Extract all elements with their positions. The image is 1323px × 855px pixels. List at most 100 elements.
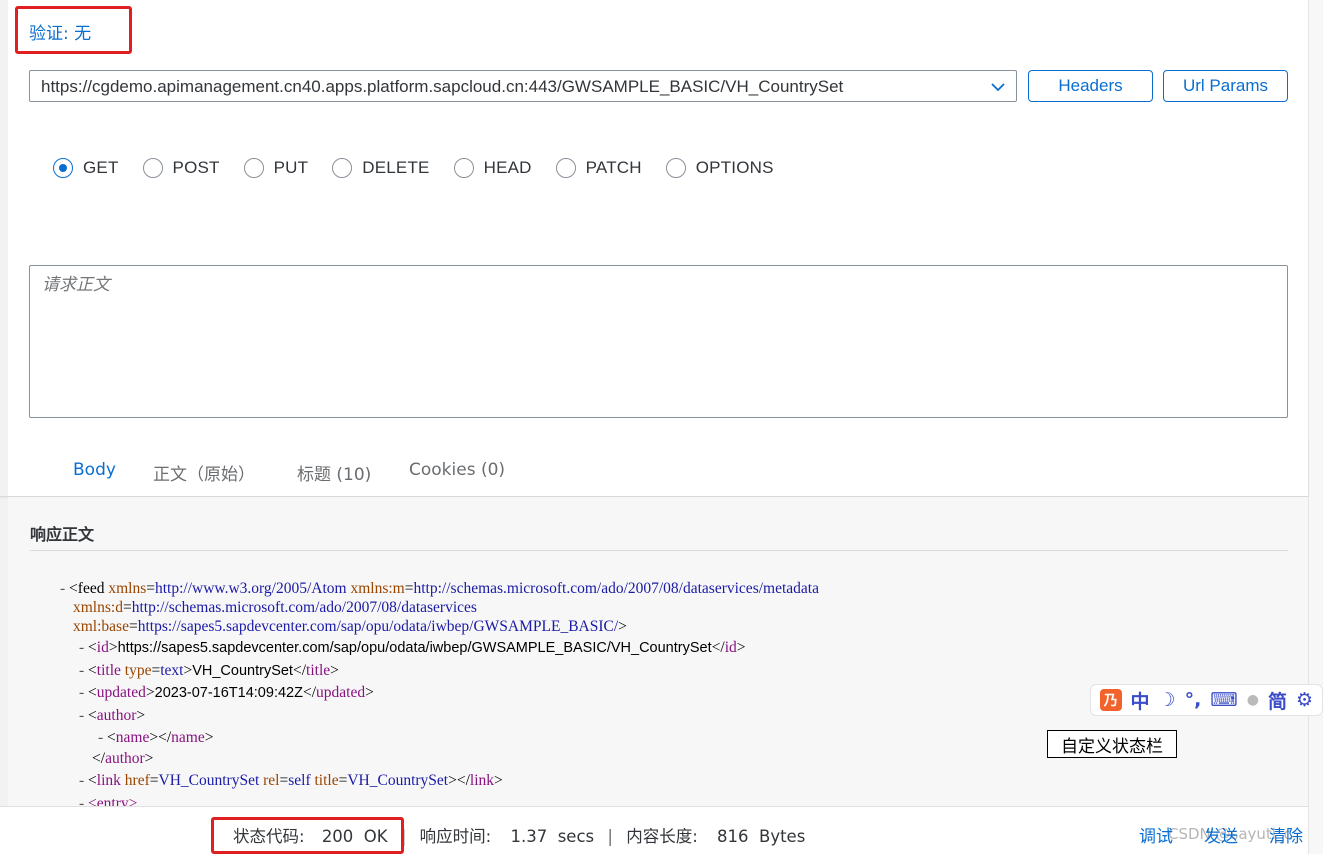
response-tab-bar: Body 正文（原始） 标题 (10) Cookies (0) — [0, 440, 1308, 497]
collapse-toggle[interactable]: - — [79, 772, 84, 789]
xml-attr: xmlns:m — [350, 580, 405, 597]
xml-tag: title — [96, 662, 121, 679]
method-delete[interactable]: DELETE — [332, 158, 429, 178]
method-head[interactable]: HEAD — [453, 158, 532, 178]
xml-value: text — [160, 662, 184, 679]
xml-text: VH_CountrySet — [192, 663, 293, 679]
xml-tag: title — [306, 662, 331, 679]
xml-line-author[interactable]: - <author> — [79, 707, 145, 725]
simplified-chinese-icon[interactable]: 简 — [1268, 687, 1287, 714]
debug-button[interactable]: 调试 — [1139, 822, 1173, 847]
collapse-toggle[interactable]: - — [79, 707, 84, 724]
request-body-input[interactable] — [30, 266, 1287, 417]
xml-value: VH_CountrySet — [347, 772, 449, 789]
xml-text: https://sapes5.sapdevcenter.com/sap/opu/… — [117, 640, 712, 656]
xml-tag: <feed — [69, 580, 105, 597]
url-combobox[interactable]: https://cgdemo.apimanagement.cn40.apps.p… — [29, 70, 1017, 102]
radio-button[interactable] — [142, 158, 163, 178]
xml-line-updated[interactable]: - <updated>2023-07-16T14:09:42Z</updated… — [79, 684, 374, 702]
xml-value: http://schemas.microsoft.com/ado/2007/08… — [413, 580, 819, 597]
xml-tag: name — [171, 729, 205, 746]
moon-icon[interactable]: ☽ — [1159, 689, 1176, 711]
headers-button[interactable]: Headers — [1028, 70, 1153, 102]
radio-button[interactable] — [243, 158, 264, 178]
http-method-radio-group: GET POST PUT DELETE HEAD PATCH OPTIONS — [53, 158, 798, 178]
response-title: 响应正文 — [30, 525, 95, 544]
divider — [30, 550, 1288, 551]
gear-icon[interactable]: ⚙ — [1296, 689, 1313, 711]
highlight-box-auth — [15, 6, 132, 54]
xml-tag: name — [115, 729, 150, 746]
method-get[interactable]: GET — [53, 158, 119, 178]
xml-line-link[interactable]: - <link href=VH_CountrySet rel=self titl… — [79, 772, 503, 790]
method-label: GET — [83, 158, 119, 177]
collapse-toggle[interactable]: - — [79, 639, 84, 656]
response-time-label: 响应时间: — [419, 827, 492, 846]
url-input[interactable]: https://cgdemo.apimanagement.cn40.apps.p… — [41, 77, 843, 97]
xml-value: http://www.w3.org/2005/Atom — [155, 580, 347, 597]
xml-attr: href — [124, 772, 150, 789]
url-params-button[interactable]: Url Params — [1163, 70, 1288, 102]
xml-line-author-close: </author> — [92, 750, 154, 767]
keyboard-icon[interactable]: ⌨ — [1210, 689, 1237, 711]
radio-button-selected[interactable] — [53, 158, 73, 178]
content-length-label: 内容长度: — [626, 827, 698, 846]
send-button[interactable]: 发送 — [1204, 822, 1238, 847]
xml-line-id[interactable]: - <id>https://sapes5.sapdevcenter.com/sa… — [79, 639, 746, 657]
collapse-toggle[interactable]: - — [98, 729, 103, 746]
radio-button[interactable] — [332, 158, 353, 178]
response-time-value: 1.37 secs — [510, 827, 595, 846]
xml-attr: rel — [263, 772, 280, 789]
radio-button[interactable] — [453, 158, 474, 178]
method-label: OPTIONS — [695, 158, 774, 177]
footer-status-bar: 状态代码: 200 OK | 响应时间: 1.37 secs | 内容长度: 8… — [0, 806, 1308, 855]
method-patch[interactable]: PATCH — [555, 158, 642, 178]
radio-button[interactable] — [555, 158, 576, 178]
xml-tag: updated — [96, 684, 146, 701]
xml-tag: id — [724, 639, 737, 656]
xml-line-title[interactable]: - <title type=text>VH_CountrySet</title> — [79, 662, 339, 680]
xml-tag: author — [105, 750, 145, 767]
ime-chinese-mode-icon[interactable]: 中 — [1131, 687, 1150, 714]
method-options[interactable]: OPTIONS — [665, 158, 774, 178]
tab-headers[interactable]: 标题 (10) — [297, 460, 371, 485]
ime-toolbar[interactable]: 乃 中 ☽ °, ⌨ ● 简 ⚙ — [1090, 684, 1323, 716]
method-post[interactable]: POST — [142, 158, 220, 178]
xml-tag: link — [96, 772, 121, 789]
tab-body[interactable]: Body — [73, 460, 116, 480]
xml-line-feed-cont: xmlns:d=http://schemas.microsoft.com/ado… — [73, 599, 477, 616]
collapse-toggle[interactable]: - — [60, 580, 65, 597]
clear-button[interactable]: 清除 — [1269, 822, 1303, 847]
method-label: POST — [172, 158, 220, 177]
punctuation-icon[interactable]: °, — [1185, 689, 1202, 711]
collapse-toggle[interactable]: - — [79, 662, 84, 679]
xml-value: http://schemas.microsoft.com/ado/2007/08… — [131, 599, 477, 616]
method-put[interactable]: PUT — [243, 158, 309, 178]
content-length-value: 816 Bytes — [717, 827, 806, 846]
highlight-box-status — [211, 817, 404, 854]
tab-raw-body[interactable]: 正文（原始） — [153, 460, 255, 485]
method-label: PATCH — [585, 158, 642, 177]
xml-attr: title — [314, 772, 339, 789]
ime-logo-icon[interactable]: 乃 — [1100, 689, 1122, 711]
xml-tag: link — [469, 772, 495, 789]
chevron-down-icon[interactable] — [990, 79, 1006, 95]
xml-line-name[interactable]: - <name></name> — [98, 729, 214, 747]
method-label: DELETE — [362, 158, 430, 177]
user-icon[interactable]: ● — [1247, 692, 1259, 708]
collapse-toggle[interactable]: - — [79, 684, 84, 701]
method-label: PUT — [273, 158, 309, 177]
radio-button[interactable] — [665, 158, 686, 178]
right-scroll-strip[interactable] — [1308, 0, 1323, 854]
xml-attr: xmlns:d — [73, 599, 123, 616]
method-label: HEAD — [483, 158, 532, 177]
xml-tag: author — [96, 707, 137, 724]
custom-status-bar-label: 自定义状态栏 — [1047, 730, 1177, 758]
xml-attr: xml:base — [73, 618, 129, 635]
xml-value: https://sapes5.sapdevcenter.com/sap/opu/… — [137, 618, 619, 635]
xml-tag: id — [96, 639, 109, 656]
xml-attr: type — [124, 662, 152, 679]
tab-cookies[interactable]: Cookies (0) — [409, 460, 505, 480]
xml-attr: xmlns — [108, 580, 147, 597]
xml-line-feed[interactable]: - <feed xmlns=http://www.w3.org/2005/Ato… — [60, 580, 819, 598]
